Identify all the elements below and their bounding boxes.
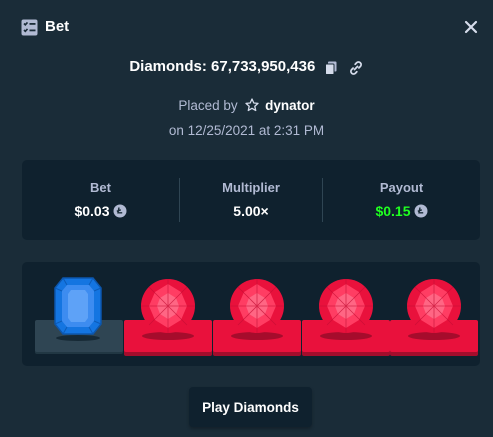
litecoin-icon [414, 204, 428, 218]
bet-label: Bet [90, 180, 111, 195]
bet-date: on 12/25/2021 at 2:31 PM [168, 123, 325, 138]
gem-board [22, 262, 480, 366]
red-gem-icon [319, 279, 373, 340]
close-icon[interactable] [463, 19, 479, 35]
modal-header: Bet [0, 0, 493, 54]
litecoin-icon [113, 204, 127, 218]
bet-stat: Bet $0.03 [22, 160, 179, 240]
blue-gem-icon [54, 277, 102, 341]
bet-id-text: Diamonds: 67,733,950,436 [129, 58, 316, 75]
payout-stat: Payout $0.15 [323, 160, 480, 240]
gem-slot [390, 262, 480, 366]
gem-slot [124, 262, 214, 366]
multiplier-label: Multiplier [222, 180, 280, 195]
star-icon [245, 98, 260, 112]
red-gem-icon [230, 279, 284, 340]
red-gem-icon [407, 279, 461, 340]
multiplier-value: 5.00× [233, 203, 269, 219]
play-diamonds-button[interactable]: Play Diamonds [189, 387, 312, 427]
payout-value: $0.15 [375, 203, 411, 219]
bet-stats-panel: Bet $0.03 Multiplier 5.00× Payout $0.15 [22, 160, 480, 240]
multiplier-stat: Multiplier 5.00× [180, 160, 322, 240]
copy-icon[interactable] [325, 61, 337, 75]
gem-slot [213, 262, 303, 366]
red-gem-icon [141, 279, 195, 340]
bet-id-line: Diamonds: 67,733,950,436 [0, 58, 493, 78]
bet-value: $0.03 [74, 203, 110, 219]
gem-slot [302, 262, 392, 366]
bet-slip-icon [21, 19, 38, 36]
modal-title: Bet [45, 18, 70, 35]
placed-by-label: Placed by [178, 98, 238, 113]
payout-label: Payout [379, 180, 424, 195]
link-icon[interactable] [348, 60, 364, 76]
username[interactable]: dynator [265, 98, 315, 113]
gem-slot [35, 262, 125, 366]
placed-by-line: Placed by dynator [0, 98, 493, 113]
